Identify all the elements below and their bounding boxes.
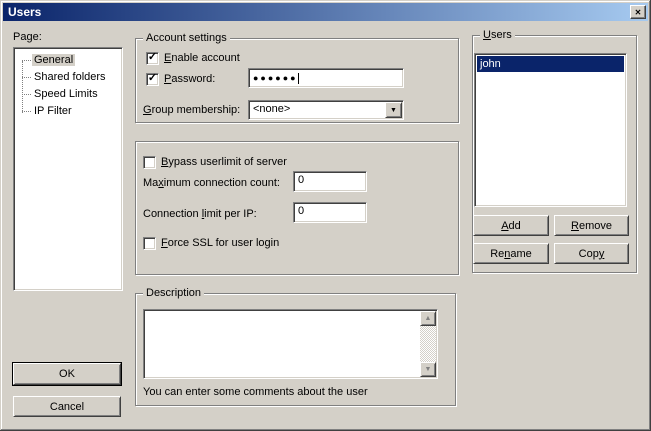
ok-button[interactable]: OK — [13, 363, 121, 385]
page-label: Page: — [13, 31, 42, 43]
text-caret — [298, 73, 299, 84]
group-membership-select[interactable]: <none> ▼ — [248, 100, 404, 120]
tree-item-shared-folders[interactable]: Shared folders — [14, 69, 122, 86]
dropdown-button[interactable]: ▼ — [385, 102, 402, 118]
tree-item-ip-filter[interactable]: IP Filter — [14, 103, 122, 120]
group-membership-value: <none> — [253, 103, 290, 115]
scroll-up-button[interactable]: ▲ — [420, 311, 436, 326]
check-icon: ✓ — [148, 52, 157, 63]
description-scrollbar[interactable]: ▲ ▼ — [420, 311, 436, 377]
window-title: Users — [8, 5, 41, 19]
add-button[interactable]: Add — [473, 215, 549, 236]
rename-button[interactable]: Rename — [473, 243, 549, 264]
password-label: Password: — [164, 73, 215, 85]
users-group-title: Users — [480, 29, 515, 42]
description-title: Description — [143, 287, 204, 300]
account-settings-title: Account settings — [143, 32, 230, 45]
password-input[interactable]: ●●●●●● — [248, 68, 404, 88]
users-listbox[interactable]: john — [474, 53, 627, 207]
close-button[interactable]: ✕ — [630, 5, 646, 19]
group-membership-label: Group membership: — [143, 104, 240, 116]
cancel-button[interactable]: Cancel — [13, 396, 121, 417]
copy-button[interactable]: Copy — [554, 243, 629, 264]
check-icon: ✓ — [148, 73, 157, 84]
max-connection-count-label: Maximum connection count: — [143, 177, 280, 189]
scroll-down-icon: ▼ — [425, 366, 432, 373]
connection-limit-per-ip-input[interactable]: 0 — [293, 202, 367, 223]
close-icon: ✕ — [635, 8, 642, 17]
user-list-item[interactable]: john — [477, 56, 624, 72]
force-ssl-checkbox[interactable] — [143, 237, 156, 250]
password-checkbox[interactable]: ✓ — [146, 73, 159, 86]
description-hint: You can enter some comments about the us… — [143, 386, 368, 398]
page-tree[interactable]: General Shared folders Speed Limits IP F… — [13, 47, 123, 291]
bypass-userlimit-checkbox[interactable] — [143, 156, 156, 169]
description-textarea[interactable]: ▲ ▼ — [143, 309, 438, 379]
scroll-up-icon: ▲ — [425, 315, 432, 322]
connection-limit-per-ip-label: Connection limit per IP: — [143, 208, 257, 220]
force-ssl-label: Force SSL for user login — [161, 237, 279, 249]
users-dialog: Users ✕ Page: General Shared folders Spe… — [0, 0, 651, 431]
remove-button[interactable]: Remove — [554, 215, 629, 236]
title-bar[interactable]: Users ✕ — [3, 3, 648, 21]
max-connection-count-input[interactable]: 0 — [293, 171, 367, 192]
bypass-userlimit-label: Bypass userlimit of server — [161, 156, 287, 168]
tree-item-speed-limits[interactable]: Speed Limits — [14, 86, 122, 103]
scroll-down-button[interactable]: ▼ — [420, 362, 436, 377]
chevron-down-icon: ▼ — [390, 102, 397, 119]
enable-account-label: Enable account — [164, 52, 240, 64]
password-value: ●●●●●● — [253, 73, 298, 83]
tree-item-general[interactable]: General — [14, 52, 122, 69]
enable-account-checkbox[interactable]: ✓ — [146, 52, 159, 65]
